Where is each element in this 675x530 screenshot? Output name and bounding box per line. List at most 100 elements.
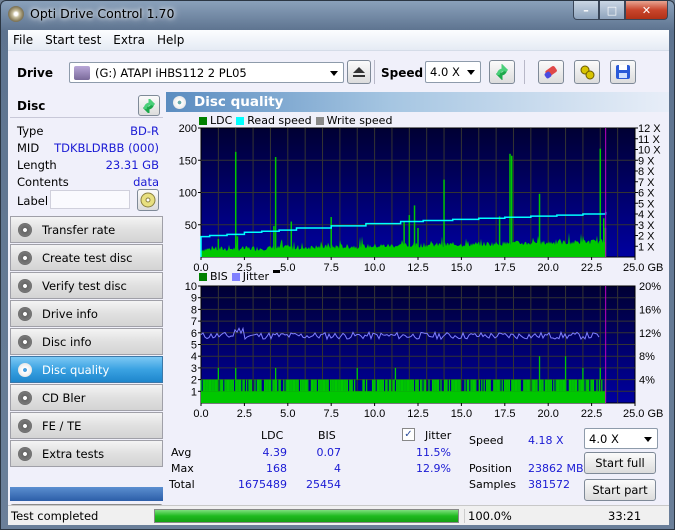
disc-test-icon <box>18 278 32 293</box>
nav-fe-te[interactable]: FE / TE <box>10 412 163 439</box>
nav-label: Disc quality <box>42 362 110 377</box>
toolbar: Drive (G:) ATAPI iHBS112 2 PL05 Speed 4.… <box>8 52 669 92</box>
x-tick-label: 25.0 GB <box>623 408 663 420</box>
disc-test-icon <box>18 362 32 377</box>
speed-readout-label: Speed <box>469 434 504 447</box>
close-button[interactable]: ✕ <box>625 1 668 20</box>
x-tick-label: 10.0 <box>364 262 385 274</box>
start-part-button[interactable]: Start part <box>584 479 656 501</box>
y-tick-label: 10 <box>185 281 197 293</box>
disc-key: Length <box>17 158 57 172</box>
menu-extra[interactable]: Extra <box>108 33 150 47</box>
erase-button[interactable] <box>538 60 564 84</box>
refresh-button[interactable] <box>489 60 515 84</box>
maximize-button[interactable]: □ <box>599 1 625 20</box>
x-tick-label: 12.5 <box>407 262 428 274</box>
drive-select[interactable]: (G:) ATAPI iHBS112 2 PL05 <box>69 62 344 83</box>
y2-tick-label: 4% <box>639 375 655 387</box>
max-ldc: 168 <box>266 462 287 475</box>
drive-value: (G:) ATAPI iHBS112 2 PL05 <box>95 65 247 80</box>
nav-label: Verify test disc <box>42 278 127 293</box>
x-tick-label: 5.0 <box>280 408 295 420</box>
disc-test-icon <box>18 334 32 349</box>
nav-transfer-rate[interactable]: Transfer rate <box>10 216 163 243</box>
y-tick-label: 8 <box>191 304 197 316</box>
gears-icon <box>580 65 595 80</box>
client-area: File Start test Extra Help Drive (G:) AT… <box>8 30 669 525</box>
disc-test-icon <box>18 390 32 405</box>
samples-value: 381572 <box>528 478 570 491</box>
nav-extra-tests[interactable]: Extra tests <box>10 440 163 467</box>
label-input[interactable] <box>50 190 130 209</box>
nav-disc-quality[interactable]: Disc quality <box>10 356 163 383</box>
app-disc-icon <box>8 6 24 22</box>
disc-value: 23.31 GB <box>105 158 159 172</box>
menu-start-test[interactable]: Start test <box>40 33 106 47</box>
disc-value: TDKBLDRBB (000) <box>54 141 159 155</box>
x-tick-label: 20.0 <box>537 408 558 420</box>
nav-create-test-disc[interactable]: Create test disc <box>10 244 163 271</box>
samples-label: Samples <box>469 478 516 491</box>
y2-tick-label: 1 X <box>638 241 655 253</box>
disc-quality-panel: Disc quality LDC Read speed Write speed … <box>166 92 669 524</box>
menu-help[interactable]: Help <box>152 33 189 47</box>
minimize-button[interactable]: – <box>573 1 599 20</box>
y2-tick-label: 12% <box>639 328 661 340</box>
start-full-button[interactable]: Start full <box>584 452 656 474</box>
position-value: 23862 MB <box>528 462 584 475</box>
drive-label: Drive <box>17 66 53 80</box>
y2-tick-label: 8% <box>639 351 655 363</box>
speed-label: Speed <box>381 66 424 80</box>
eject-button[interactable] <box>347 60 371 84</box>
disc-row-length: Length 23.31 GB <box>17 158 159 174</box>
progress-fill <box>155 510 458 522</box>
menu-file[interactable]: File <box>8 33 38 47</box>
status-text: Test completed <box>11 509 99 523</box>
x-tick-label: 10.0 <box>364 408 385 420</box>
write-label-button[interactable] <box>137 189 159 211</box>
disc-test-icon <box>18 250 32 265</box>
max-label: Max <box>171 462 194 475</box>
settings-button[interactable] <box>574 60 600 84</box>
disc-test-icon <box>18 446 32 461</box>
x-tick-label: 17.5 <box>494 408 515 420</box>
max-jitter: 12.9% <box>416 462 451 475</box>
avg-bis: 0.07 <box>316 446 342 459</box>
nav-cd-bler[interactable]: CD Bler <box>10 384 163 411</box>
chevron-down-icon <box>644 436 652 442</box>
test-speed-value: 4.0 X <box>589 431 619 446</box>
nav-disc-info[interactable]: Disc info <box>10 328 163 355</box>
title-bar: Opti Drive Control 1.70 – □ ✕ <box>1 1 674 28</box>
app-window: Opti Drive Control 1.70 – □ ✕ File Start… <box>0 0 675 530</box>
y-tick-label: 2 <box>191 375 197 387</box>
y2-tick-label: 16% <box>639 304 661 316</box>
chevron-down-icon <box>330 70 338 76</box>
progress-percent: 100.0% <box>464 509 512 523</box>
eraser-icon <box>544 66 557 79</box>
col-ldc-header: LDC <box>261 429 284 442</box>
disc-refresh-button[interactable] <box>138 95 160 116</box>
test-speed-select[interactable]: 4.0 X <box>584 428 658 449</box>
legend-marker <box>273 270 280 273</box>
nav-verify-test-disc[interactable]: Verify test disc <box>10 272 163 299</box>
disc-key: Type <box>17 124 44 138</box>
disc-key: Contents <box>17 175 69 189</box>
x-tick-label: 20.0 <box>537 262 558 274</box>
x-tick-label: 15.0 <box>451 262 472 274</box>
floppy-save-icon <box>616 65 630 79</box>
speed-select[interactable]: 4.0 X <box>425 61 481 83</box>
menu-bar: File Start test Extra Help <box>8 30 669 51</box>
speed-value: 4.0 X <box>430 65 460 79</box>
progress-bar <box>154 509 459 523</box>
save-button[interactable] <box>610 60 636 84</box>
nav-drive-info[interactable]: Drive info <box>10 300 163 327</box>
elapsed-time: 33:21 <box>608 509 642 523</box>
drive-icon <box>74 65 90 80</box>
toolbar-separator <box>374 60 375 84</box>
col-bis-header: BIS <box>318 429 336 442</box>
jitter-checkbox[interactable]: ✓ <box>402 428 415 441</box>
x-tick-label: 15.0 <box>451 408 472 420</box>
x-tick-label: 22.5 <box>581 262 602 274</box>
nav-label: CD Bler <box>42 390 86 405</box>
disc-header: Disc <box>10 94 163 118</box>
